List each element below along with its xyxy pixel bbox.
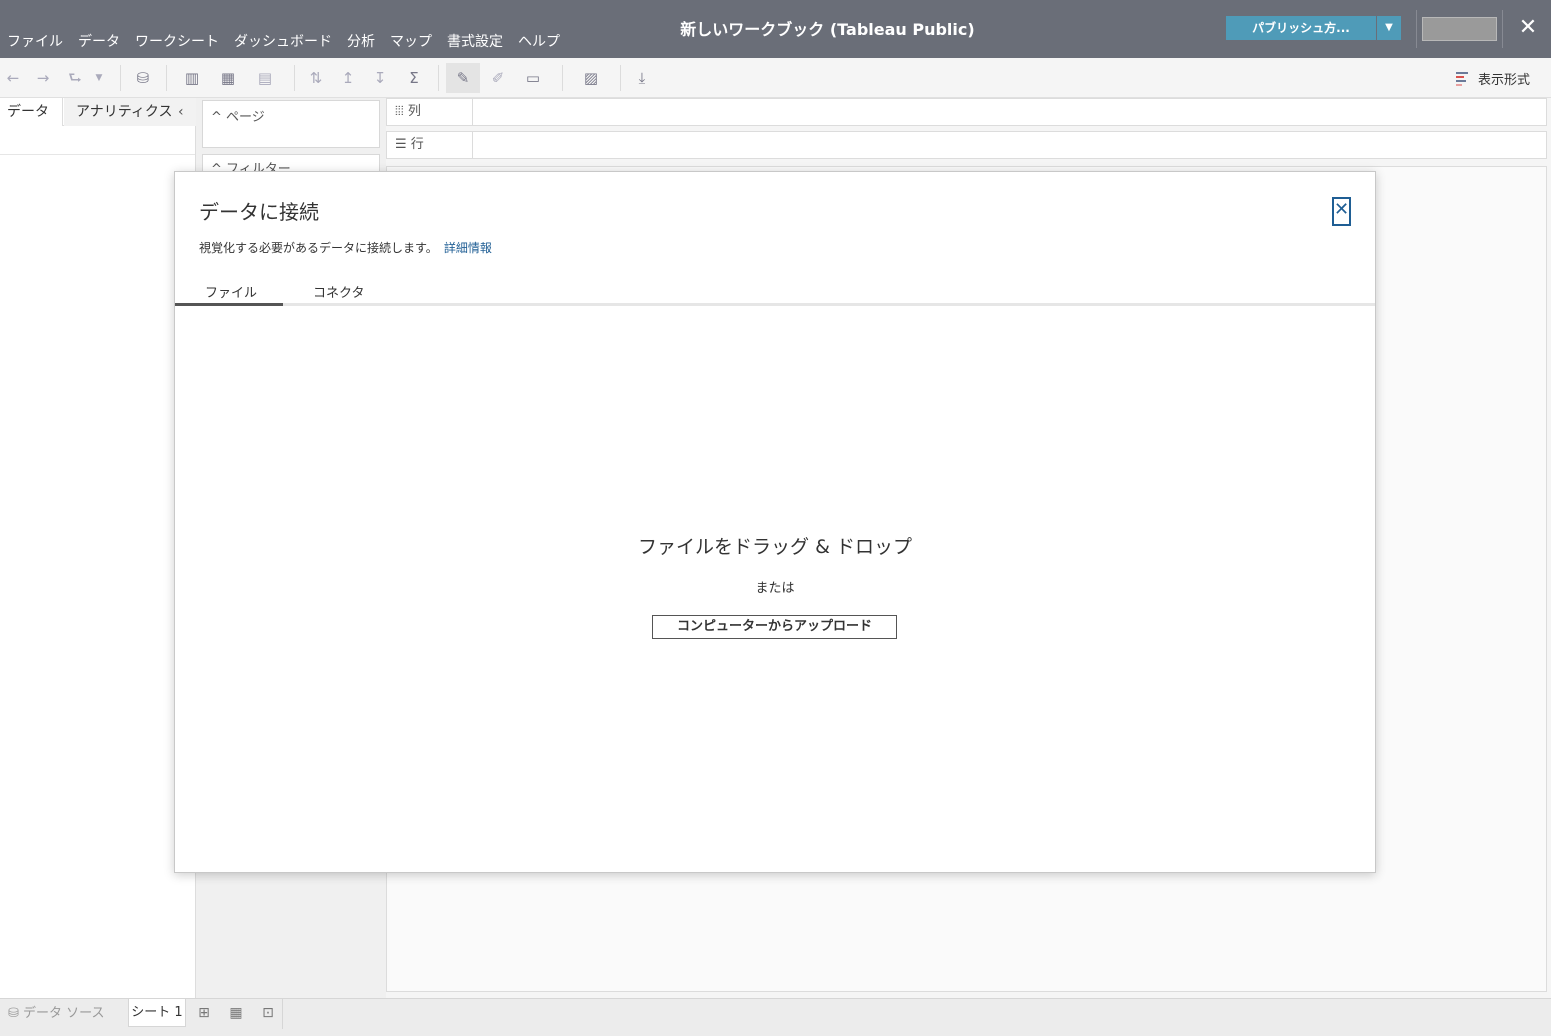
- pages-card-label: ページ: [226, 110, 265, 125]
- tab-file[interactable]: ファイル: [205, 282, 257, 301]
- divider: [1416, 10, 1417, 48]
- close-icon: ✕: [1334, 199, 1350, 220]
- divider: [1502, 10, 1503, 48]
- redo-icon[interactable]: →: [34, 66, 52, 90]
- divider: [438, 65, 439, 91]
- data-source-tab[interactable]: ⛁ データ ソース: [8, 1004, 105, 1024]
- publish-button[interactable]: パブリッシュ方...: [1226, 16, 1376, 40]
- rows-shelf-label: 行: [410, 137, 424, 152]
- window-title: 新しいワークブック (Tableau Public): [680, 20, 975, 39]
- replay-icon[interactable]: ⮑: [64, 66, 86, 90]
- divider: [166, 65, 167, 91]
- new-worksheet-icon[interactable]: ▥: [178, 66, 206, 90]
- labels-icon[interactable]: ✐: [488, 66, 508, 90]
- dialog-close-button[interactable]: ✕: [1332, 197, 1351, 226]
- learn-more-link[interactable]: 詳細情報: [444, 241, 492, 255]
- data-pane-tabs: データ アナリティクス ‹: [0, 98, 196, 126]
- sort-ascending-icon[interactable]: ↥: [338, 66, 358, 90]
- rows-shelf[interactable]: ☰ 行: [386, 131, 1547, 159]
- rows-icon: ☰: [395, 137, 407, 152]
- menu-bar: ファイル データ ワークシート ダッシュボード 分析 マップ 書式設定 ヘルプ: [0, 30, 568, 52]
- menu-file[interactable]: ファイル: [0, 30, 71, 52]
- active-tab-indicator: [175, 303, 283, 306]
- toolbar: ← → ⮑ ▼ ⛁ ▥ ▦ ▤ ⇅ ↥ ↧ Σ ✎ ✐ ▭ ▨ ⤓ 表示形式: [0, 58, 1551, 98]
- duplicate-sheet-icon[interactable]: ▦: [216, 66, 240, 90]
- show-me-button[interactable]: 表示形式: [1456, 68, 1530, 88]
- caret-down-icon: ▼: [1385, 22, 1393, 33]
- menu-dashboard[interactable]: ダッシュボード: [227, 30, 340, 52]
- swap-icon[interactable]: ⇅: [306, 66, 326, 90]
- dialog-description: 視覚化する必要があるデータに接続します。 詳細情報: [199, 239, 492, 256]
- divider: [282, 999, 283, 1029]
- clear-sheet-icon[interactable]: ▤: [250, 66, 280, 90]
- chevron-up-icon[interactable]: ^: [211, 110, 222, 125]
- new-worksheet-icon[interactable]: ⊞: [194, 1003, 214, 1023]
- menu-worksheet[interactable]: ワークシート: [128, 30, 227, 52]
- fit-icon[interactable]: ▭: [518, 66, 548, 90]
- data-source-strip: [0, 127, 195, 155]
- close-window-button[interactable]: ✕: [1516, 14, 1540, 42]
- publish-dropdown-button[interactable]: ▼: [1377, 16, 1401, 40]
- sheet-tab[interactable]: シート 1: [128, 999, 186, 1027]
- close-icon: ✕: [1518, 15, 1538, 40]
- menu-format[interactable]: 書式設定: [440, 30, 511, 52]
- pages-card: ^ ページ: [202, 100, 380, 148]
- divider: [562, 65, 563, 91]
- new-story-icon[interactable]: ⊡: [258, 1003, 278, 1023]
- divider: [120, 65, 121, 91]
- collapse-pane-icon[interactable]: ‹: [178, 98, 184, 126]
- sheet-tabs-bar: ⛁ データ ソース シート 1 ⊞ ▦ ⊡: [0, 998, 1551, 1036]
- columns-shelf-label: 列: [407, 104, 421, 119]
- menu-help[interactable]: ヘルプ: [511, 30, 568, 52]
- divider: [620, 65, 621, 91]
- title-bar: ファイル データ ワークシート ダッシュボード 分析 マップ 書式設定 ヘルプ …: [0, 0, 1551, 58]
- dialog-title: データに接続: [199, 200, 319, 224]
- undo-icon[interactable]: ←: [4, 66, 22, 90]
- sort-descending-icon[interactable]: ↧: [370, 66, 390, 90]
- columns-icon: ⦙⦙⦙: [395, 104, 404, 119]
- account-button[interactable]: [1422, 17, 1497, 41]
- totals-icon[interactable]: Σ: [402, 66, 426, 90]
- dialog-tabs: ファイル コネクタ: [175, 278, 1375, 306]
- chevron-down-icon[interactable]: ▼: [92, 66, 106, 90]
- drop-zone-title: ファイルをドラッグ & ドロップ: [638, 536, 912, 558]
- show-cards-icon[interactable]: ▨: [574, 66, 608, 90]
- tab-data[interactable]: データ: [0, 98, 63, 126]
- connect-data-dialog: データに接続 視覚化する必要があるデータに接続します。 詳細情報 ✕ ファイル コ…: [174, 171, 1376, 873]
- show-me-label: 表示形式: [1478, 72, 1531, 88]
- menu-map[interactable]: マップ: [383, 30, 440, 52]
- menu-data[interactable]: データ: [71, 30, 128, 52]
- highlight-icon: ✎: [456, 69, 470, 87]
- tab-connectors[interactable]: コネクタ: [313, 282, 364, 301]
- data-pane: データ アナリティクス ‹: [0, 98, 196, 998]
- download-icon[interactable]: ⤓: [632, 66, 652, 90]
- columns-shelf[interactable]: ⦙⦙⦙ 列: [386, 98, 1547, 126]
- database-icon: ⛁: [8, 1006, 19, 1021]
- new-dashboard-icon[interactable]: ▦: [226, 1003, 246, 1023]
- data-source-label: データ ソース: [23, 1006, 105, 1021]
- upload-from-computer-button[interactable]: コンピューターからアップロード: [652, 615, 897, 639]
- tab-analytics[interactable]: アナリティクス: [64, 98, 196, 126]
- divider: [294, 65, 295, 91]
- show-me-icon: [1456, 71, 1470, 86]
- dialog-description-text: 視覚化する必要があるデータに接続します。: [199, 241, 438, 255]
- menu-analysis[interactable]: 分析: [340, 30, 383, 52]
- or-text: または: [755, 581, 795, 596]
- new-data-source-icon[interactable]: ⛁: [132, 66, 154, 90]
